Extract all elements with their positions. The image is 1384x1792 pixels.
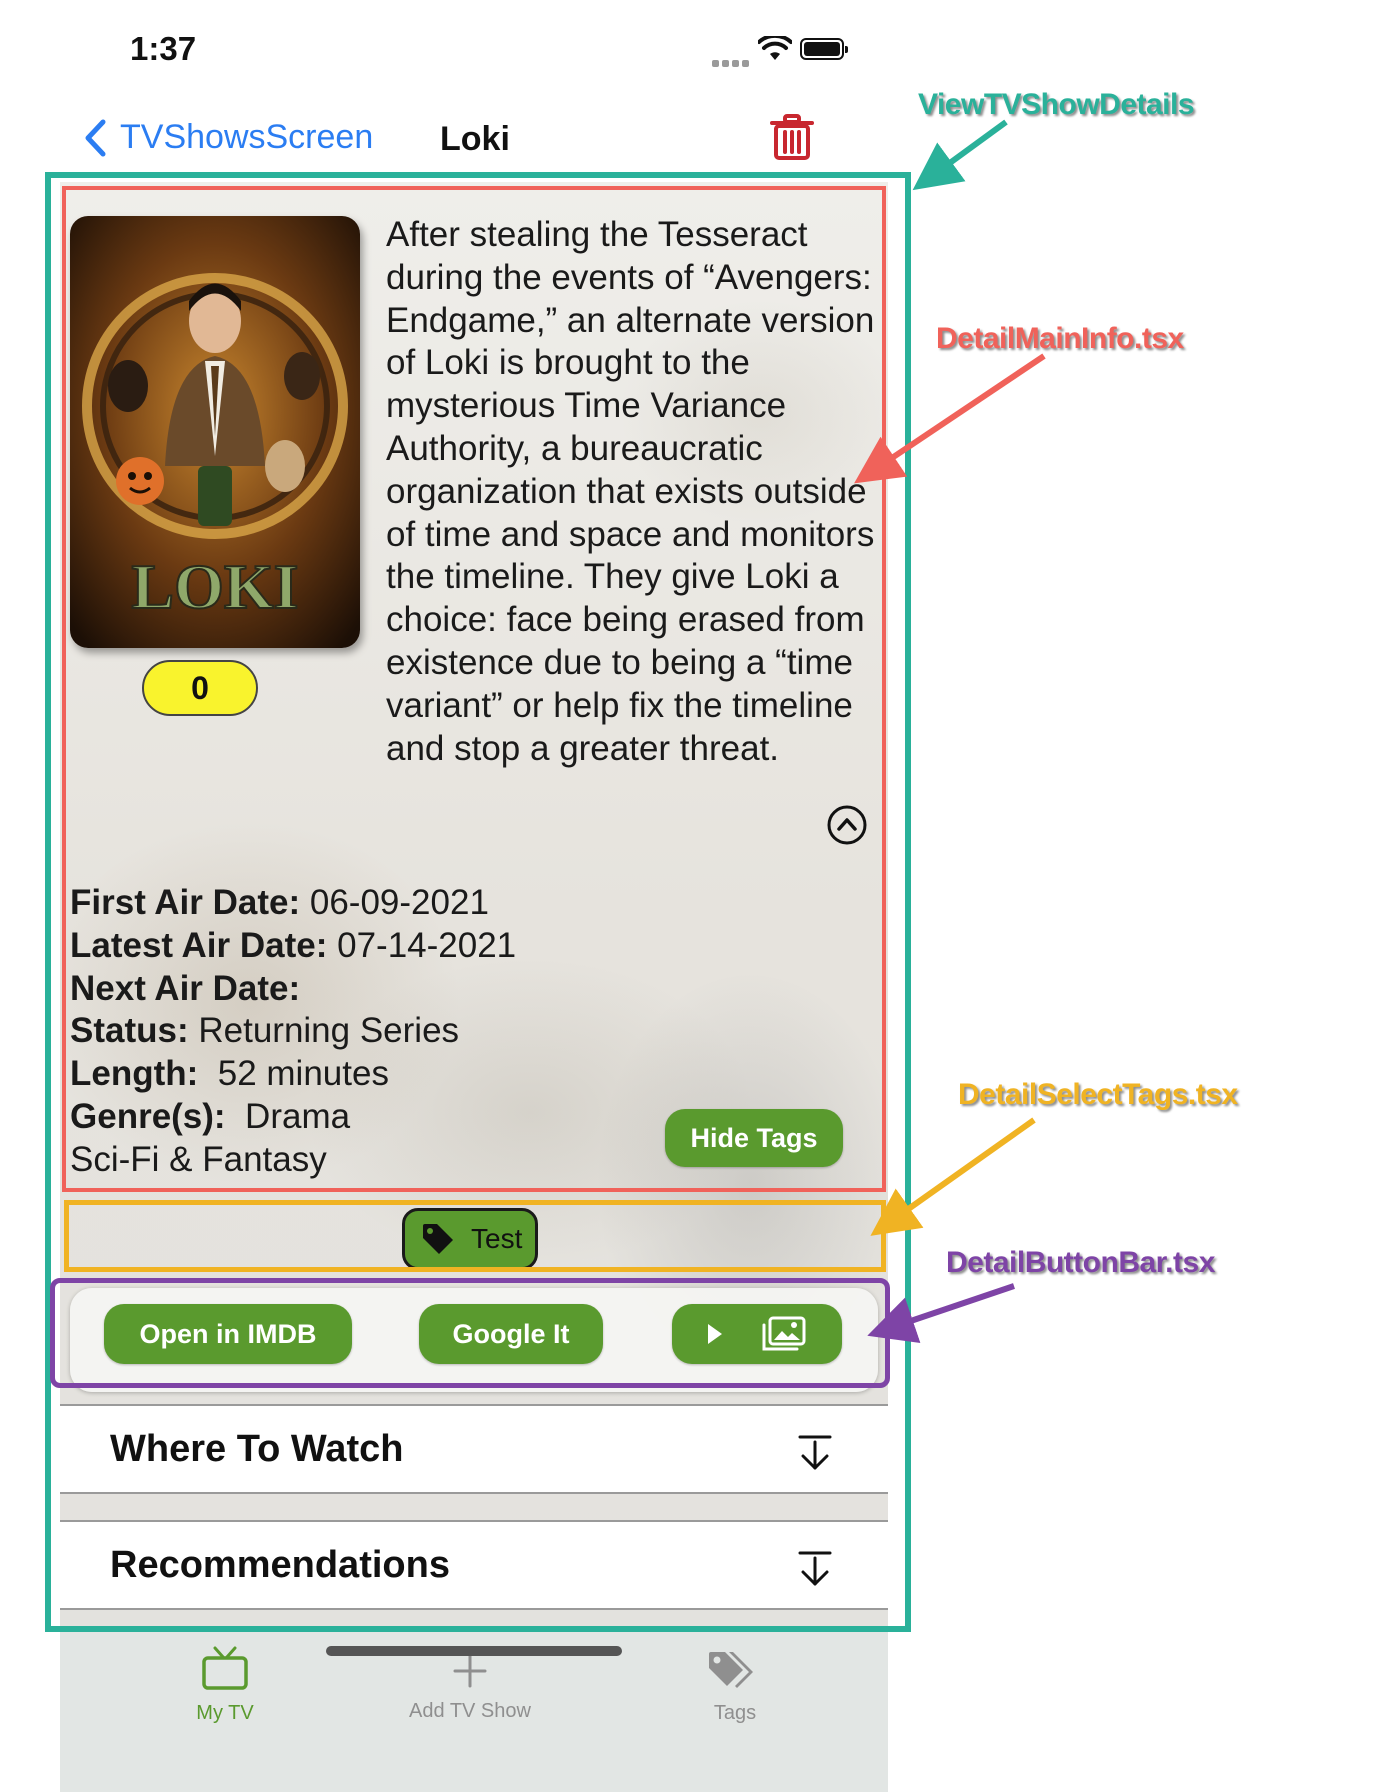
tab-add-tv-show-label: Add TV Show — [409, 1700, 531, 1722]
battery-icon — [800, 38, 848, 60]
play-icon — [708, 1324, 722, 1344]
status-value: Returning Series — [198, 1011, 460, 1051]
annotation-label-view: ViewTVShowDetails — [918, 88, 1195, 121]
home-indicator — [326, 1646, 622, 1656]
length-value: 52 minutes — [217, 1054, 389, 1094]
status-time: 1:37 — [130, 30, 197, 67]
length-row: Length: 52 minutes — [70, 1053, 516, 1096]
annotation-arrow-button-bar — [867, 1283, 1015, 1344]
annotation-arrow-select-tags — [870, 1117, 1036, 1236]
first-air-date-value: 06-09-2021 — [309, 883, 489, 922]
images-icon — [762, 1316, 806, 1351]
chevron-up-circle-icon[interactable] — [826, 804, 868, 846]
tab-add-tv-show[interactable]: Add TV Show — [380, 1650, 560, 1723]
google-it-button[interactable]: Google It — [419, 1304, 603, 1364]
media-button[interactable] — [672, 1304, 842, 1364]
genres-row-2: Sci-Fi & Fantasy — [70, 1139, 516, 1182]
show-poster: LOKI — [70, 216, 360, 648]
tags-icon — [709, 1652, 753, 1688]
tab-my-tv-label: My TV — [196, 1702, 254, 1724]
tag-icon — [423, 1224, 453, 1254]
arrow-down-to-line-icon — [798, 1551, 832, 1586]
back-button-label: TVShowsScreen — [120, 118, 374, 156]
latest-air-date-value: 07-14-2021 — [337, 925, 517, 965]
chevron-left-icon — [85, 119, 106, 156]
status-row: Status: Returning Series — [70, 1010, 516, 1053]
annotation-label-button-bar: DetailButtonBar.tsx — [946, 1246, 1215, 1279]
tab-my-tv[interactable]: My TV — [160, 1646, 290, 1725]
show-overview: After stealing the Tesseract during the … — [386, 215, 875, 768]
rating-badge: 0 — [142, 660, 258, 716]
next-air-date-row: Next Air Date: — [70, 968, 516, 1011]
genre-item: Drama — [245, 1096, 351, 1136]
cellular-signal-icon — [712, 54, 752, 67]
poster-title: LOKI — [131, 551, 298, 622]
status-label: Status: — [70, 1011, 189, 1051]
genres-label: Genre(s): — [70, 1096, 226, 1136]
annotation-label-select-tags: DetailSelectTags.tsx — [958, 1078, 1238, 1111]
back-button[interactable]: TVShowsScreen — [84, 118, 373, 157]
tab-bar: My TV Add TV Show Tags — [60, 1632, 888, 1792]
open-imdb-button[interactable]: Open in IMDB — [104, 1304, 352, 1364]
recommendations-section[interactable]: Recommendations — [60, 1520, 888, 1610]
latest-air-date-label: Latest Air Date: — [70, 925, 328, 965]
latest-air-date-row: Latest Air Date: 07-14-2021 — [70, 925, 516, 968]
tab-tags-label: Tags — [713, 1702, 757, 1724]
genres-row: Genre(s): Drama — [70, 1096, 516, 1139]
first-air-date-row: First Air Date: 06-09-2021 — [70, 882, 516, 925]
arrow-down-to-line-icon — [798, 1435, 832, 1470]
where-to-watch-section[interactable]: Where To Watch — [60, 1404, 888, 1494]
wifi-icon — [758, 36, 792, 60]
annotation-label-main-info: DetailMainInfo.tsx — [936, 322, 1184, 355]
tag-chip[interactable]: Test — [402, 1208, 538, 1270]
tag-chip-label: Test — [471, 1223, 523, 1254]
first-air-date-label: First Air Date: — [70, 883, 301, 922]
hide-tags-button[interactable]: Hide Tags — [665, 1109, 843, 1167]
show-details-screen: LOKI 0 After stealing the Tesseract duri… — [60, 182, 888, 1792]
annotation-arrow-main-info — [854, 353, 1046, 484]
length-label: Length: — [70, 1054, 199, 1094]
tv-icon — [202, 1646, 248, 1690]
trash-icon[interactable] — [770, 114, 814, 160]
tab-tags[interactable]: Tags — [670, 1650, 800, 1725]
where-to-watch-title: Where To Watch — [110, 1427, 404, 1470]
next-air-date-label: Next Air Date: — [70, 968, 301, 1008]
plus-icon — [453, 1654, 487, 1688]
page-title: Loki — [440, 120, 510, 158]
show-details: First Air Date: 06-09-2021 Latest Air Da… — [70, 882, 516, 1182]
genre-item: Sci-Fi & Fantasy — [70, 1139, 327, 1179]
annotation-arrow-view — [912, 119, 1008, 191]
recommendations-title: Recommendations — [110, 1543, 450, 1586]
